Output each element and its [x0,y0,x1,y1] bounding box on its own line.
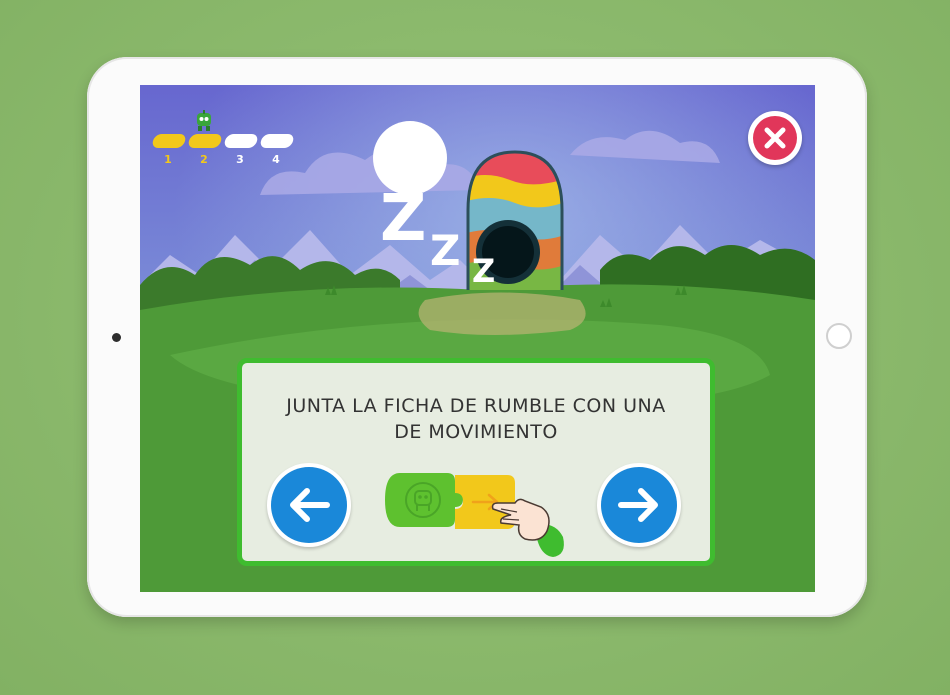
tile-demo [385,463,575,563]
instruction-text: JUNTA LA FICHA DE RUMBLE CON UNA DE MOVI… [242,393,710,445]
tablet-home-button[interactable] [826,323,852,349]
arrow-left-icon [290,488,330,522]
instruction-card: JUNTA LA FICHA DE RUMBLE CON UNA DE MOVI… [237,358,715,566]
instruction-line-2: DE MOVIMIENTO [394,421,558,443]
progress-label-4: 4 [272,153,280,166]
dirt-patch [418,292,586,335]
progress-label-3: 3 [236,153,244,166]
game-screen: Z Z Z 1 2 3 4 JUNTA LA FICHA DE RUMBLE C… [140,85,815,592]
arrow-right-icon [618,488,658,522]
progress-segment-4 [259,134,295,148]
robot-icon [197,110,211,131]
progress-segment-2 [187,134,223,148]
close-button[interactable] [748,111,802,165]
progress-label-2: 2 [200,153,208,166]
instruction-line-1: JUNTA LA FICHA DE RUMBLE CON UNA [286,395,666,417]
progress-label-1: 1 [164,153,172,166]
z-mid: Z [430,226,460,275]
next-button[interactable] [597,463,681,547]
progress-segment-1 [151,134,187,148]
z-small: Z [472,252,495,290]
z-big: Z [380,182,426,256]
close-x-icon [764,127,786,149]
back-button[interactable] [267,463,351,547]
tablet-camera [112,333,121,342]
rumble-tile [385,473,463,527]
progress-segment-3 [223,134,259,148]
level-progress: 1 2 3 4 [150,107,300,167]
